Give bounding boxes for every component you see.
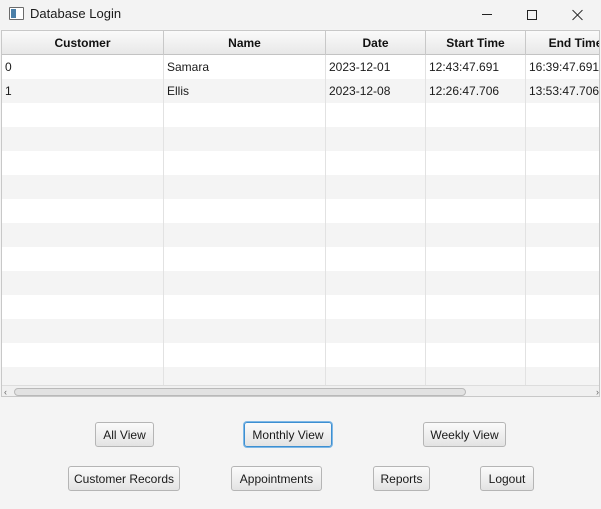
- cell-end-time: 13:53:47.706: [526, 79, 599, 103]
- empty-row: [2, 271, 599, 295]
- empty-row: [2, 343, 599, 367]
- cell-customer: 0: [2, 55, 164, 79]
- empty-row: [2, 175, 599, 199]
- empty-row: [2, 295, 599, 319]
- table-body: 0 Samara 2023-12-01 12:43:47.691 16:39:4…: [2, 55, 599, 385]
- cell-name: Samara: [164, 55, 326, 79]
- maximize-button[interactable]: [509, 0, 555, 29]
- horizontal-scrollbar[interactable]: ‹ ›: [2, 385, 599, 397]
- cell-date: 2023-12-01: [326, 55, 426, 79]
- cell-end-time: 16:39:47.691: [526, 55, 599, 79]
- cell-customer: 1: [2, 79, 164, 103]
- weekly-view-button[interactable]: Weekly View: [423, 422, 506, 447]
- cell-name: Ellis: [164, 79, 326, 103]
- all-view-button[interactable]: All View: [95, 422, 154, 447]
- reports-button[interactable]: Reports: [373, 466, 430, 491]
- column-header-name[interactable]: Name: [164, 31, 326, 55]
- app-window: Database Login Customer Name Date Start …: [0, 0, 601, 509]
- column-header-date[interactable]: Date: [326, 31, 426, 55]
- empty-row: [2, 247, 599, 271]
- cell-start-time: 12:26:47.706: [426, 79, 526, 103]
- close-icon: [572, 9, 584, 21]
- column-header-customer[interactable]: Customer: [2, 31, 164, 55]
- empty-row: [2, 367, 599, 385]
- appointments-table[interactable]: Customer Name Date Start Time End Time 0…: [1, 30, 600, 397]
- scroll-left-icon[interactable]: ‹: [4, 388, 12, 397]
- logout-button[interactable]: Logout: [480, 466, 534, 491]
- table-header: Customer Name Date Start Time End Time: [2, 31, 599, 55]
- customer-records-button[interactable]: Customer Records: [68, 466, 180, 491]
- table-row[interactable]: 0 Samara 2023-12-01 12:43:47.691 16:39:4…: [2, 55, 599, 79]
- empty-row: [2, 127, 599, 151]
- table-row[interactable]: 1 Ellis 2023-12-08 12:26:47.706 13:53:47…: [2, 79, 599, 103]
- close-button[interactable]: [555, 0, 601, 29]
- empty-row: [2, 103, 599, 127]
- empty-row: [2, 199, 599, 223]
- column-header-start-time[interactable]: Start Time: [426, 31, 526, 55]
- scroll-right-icon[interactable]: ›: [591, 388, 599, 397]
- title-bar: Database Login: [0, 0, 601, 29]
- minimize-button[interactable]: [464, 0, 510, 29]
- appointments-button[interactable]: Appointments: [231, 466, 322, 491]
- empty-row: [2, 151, 599, 175]
- cell-start-time: 12:43:47.691: [426, 55, 526, 79]
- empty-row: [2, 319, 599, 343]
- monthly-view-button[interactable]: Monthly View: [244, 422, 332, 447]
- minimize-icon: [482, 14, 492, 15]
- maximize-icon: [527, 9, 537, 20]
- scrollbar-thumb[interactable]: [14, 388, 466, 396]
- cell-date: 2023-12-08: [326, 79, 426, 103]
- column-header-end-time[interactable]: End Time: [526, 31, 599, 55]
- app-window-icon: [9, 7, 24, 20]
- window-title: Database Login: [30, 6, 122, 21]
- empty-row: [2, 223, 599, 247]
